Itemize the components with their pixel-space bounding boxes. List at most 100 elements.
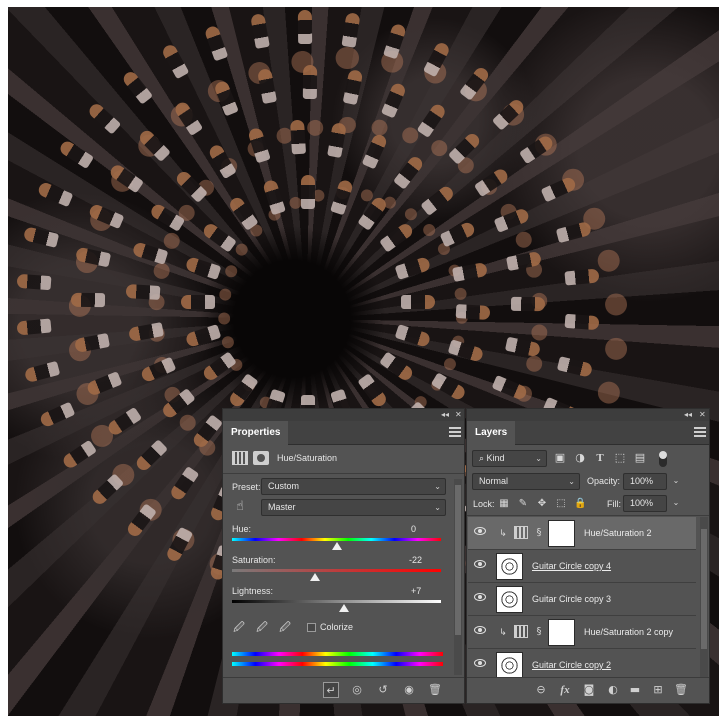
artwork-figure — [401, 295, 435, 309]
tab-properties[interactable]: Properties — [223, 421, 289, 445]
panel-menu-icon[interactable] — [449, 427, 461, 437]
colorize-label: Colorize — [320, 622, 354, 632]
artwork-figure — [22, 226, 59, 248]
clip-to-layer-icon[interactable]: ↵ — [323, 682, 339, 698]
artwork-figure — [564, 313, 600, 331]
properties-scrollbar[interactable] — [454, 479, 462, 675]
hue-slider-track[interactable] — [232, 538, 441, 541]
filter-toggle-icon[interactable] — [659, 451, 667, 467]
eye-icon[interactable] — [474, 593, 486, 601]
eyedropper-plus-icon[interactable]: 🖉 — [255, 621, 269, 635]
fx-icon[interactable]: fx — [557, 682, 573, 698]
mask-icon[interactable]: ◙ — [581, 682, 597, 698]
artwork-figure — [160, 43, 190, 80]
adjustment-layer-icon[interactable] — [232, 451, 248, 465]
filter-type-icon[interactable]: T — [593, 451, 607, 465]
chevron-down-icon: ⌄ — [434, 482, 441, 491]
channel-select[interactable]: Master ⌄ — [261, 499, 446, 516]
layer-name[interactable]: Guitar Circle copy 3 — [532, 594, 611, 604]
eyedropper-minus-icon[interactable]: 🖉 — [278, 621, 292, 635]
panel-menu-icon[interactable] — [694, 427, 706, 437]
fill-value: 100% — [630, 498, 654, 508]
hue-slider-thumb[interactable] — [332, 542, 342, 550]
lightness-slider-thumb[interactable] — [339, 604, 349, 612]
eyedropper-icon[interactable]: 🖉 — [232, 621, 246, 635]
visibility-icon[interactable]: ◉ — [401, 682, 417, 698]
layer-thumbnail[interactable] — [496, 553, 523, 580]
filter-shape-icon[interactable]: ⬚ — [613, 451, 627, 465]
chevron-down-icon[interactable]: ⌄ — [671, 496, 681, 510]
layer-mask-icon[interactable] — [253, 451, 269, 465]
filter-smart-object-icon[interactable]: ▤ — [633, 451, 647, 465]
link-icon[interactable]: ⊖ — [533, 682, 549, 698]
artwork-figure — [125, 284, 161, 301]
layer-mask-thumbnail[interactable] — [548, 520, 575, 547]
eye-icon[interactable] — [474, 659, 486, 667]
layers-scroll-thumb[interactable] — [701, 529, 707, 649]
chain-link-icon[interactable]: § — [534, 625, 544, 639]
lock-position-icon[interactable]: ✥ — [536, 497, 548, 511]
lock-transparent-icon[interactable]: ▦ — [498, 497, 510, 511]
adjustment-icon[interactable]: ◐ — [605, 682, 621, 698]
filter-pixel-icon[interactable]: ▣ — [553, 451, 567, 465]
colorize-checkbox[interactable] — [307, 623, 316, 632]
blend-mode-select[interactable]: Normal ⌄ — [472, 473, 580, 490]
lightness-slider-track[interactable] — [232, 600, 441, 603]
artwork-figure — [510, 297, 546, 312]
saturation-slider-thumb[interactable] — [310, 573, 320, 581]
layer-name[interactable]: Guitar Circle copy 4 — [532, 561, 611, 571]
close-panel-icon[interactable]: ✕ — [699, 409, 706, 421]
layer-row[interactable]: Guitar Circle copy 3 — [468, 583, 696, 616]
layer-thumbnail[interactable] — [496, 652, 523, 679]
properties-scroll-thumb[interactable] — [455, 485, 461, 635]
artwork-figure — [36, 180, 74, 208]
delete-icon[interactable]: 🗑 — [673, 682, 689, 698]
opacity-field[interactable]: 100% — [623, 473, 667, 490]
saturation-slider-track[interactable] — [232, 569, 441, 572]
layer-name[interactable]: Hue/Saturation 2 — [584, 528, 652, 538]
search-icon: ⌕ — [479, 453, 487, 463]
opacity-value: 100% — [630, 476, 654, 486]
filter-adjustment-icon[interactable]: ◑ — [573, 451, 587, 465]
chevron-down-icon[interactable]: ⌄ — [671, 474, 681, 488]
targeted-adjustment-hand-icon[interactable]: ☝ — [233, 500, 247, 514]
folder-icon[interactable]: ▬ — [627, 682, 643, 698]
lock-artboard-icon[interactable]: ⬚ — [555, 497, 567, 511]
fill-field[interactable]: 100% — [623, 495, 667, 512]
preset-select[interactable]: Custom ⌄ — [261, 478, 446, 495]
chevron-down-icon: ⌄ — [568, 477, 575, 486]
layer-row[interactable]: ↳ § Hue/Saturation 2 — [468, 517, 696, 550]
saturation-label: Saturation: — [232, 555, 276, 565]
layer-mask-thumbnail[interactable] — [548, 619, 575, 646]
chain-link-icon[interactable]: § — [534, 526, 544, 540]
delete-icon[interactable]: 🗑 — [427, 682, 443, 698]
artwork-figure — [86, 101, 122, 135]
layer-row[interactable]: Guitar Circle copy 2 — [468, 649, 696, 679]
layer-filter-select[interactable]: ⌕ Kind ⌄ — [472, 450, 547, 467]
layer-row[interactable]: ↳ § Hue/Saturation 2 copy — [468, 616, 696, 649]
reset-icon[interactable]: ↺ — [375, 682, 391, 698]
eye-icon[interactable] — [474, 626, 486, 634]
close-panel-icon[interactable]: ✕ — [455, 409, 462, 421]
layer-list: ↳ § Hue/Saturation 2 Guitar Circle copy 4 Gu… — [467, 517, 699, 679]
collapse-icon[interactable]: ◂◂ — [684, 409, 692, 421]
view-previous-icon[interactable]: ◎ — [349, 682, 365, 698]
saturation-value[interactable]: -22 — [409, 555, 422, 565]
artwork-figure — [289, 119, 306, 155]
tab-layers[interactable]: Layers — [467, 421, 516, 445]
lightness-value[interactable]: +7 — [411, 586, 421, 596]
eye-icon[interactable] — [474, 527, 486, 535]
layer-name[interactable]: Guitar Circle copy 2 — [532, 660, 611, 670]
collapse-icon[interactable]: ◂◂ — [441, 409, 449, 421]
lock-all-icon[interactable]: 🔒 — [574, 497, 586, 511]
layer-name[interactable]: Hue/Saturation 2 copy — [584, 627, 673, 637]
artwork-figure — [564, 268, 600, 286]
filter-kind-value: Kind — [486, 453, 505, 463]
layer-thumbnail[interactable] — [496, 586, 523, 613]
layers-scrollbar[interactable] — [700, 517, 708, 679]
hue-value[interactable]: 0 — [411, 524, 416, 534]
lock-paint-icon[interactable]: ✎ — [517, 497, 529, 511]
new-layer-icon[interactable]: ⊞ — [650, 682, 666, 698]
layer-row[interactable]: Guitar Circle copy 4 — [468, 550, 696, 583]
eye-icon[interactable] — [474, 560, 486, 568]
